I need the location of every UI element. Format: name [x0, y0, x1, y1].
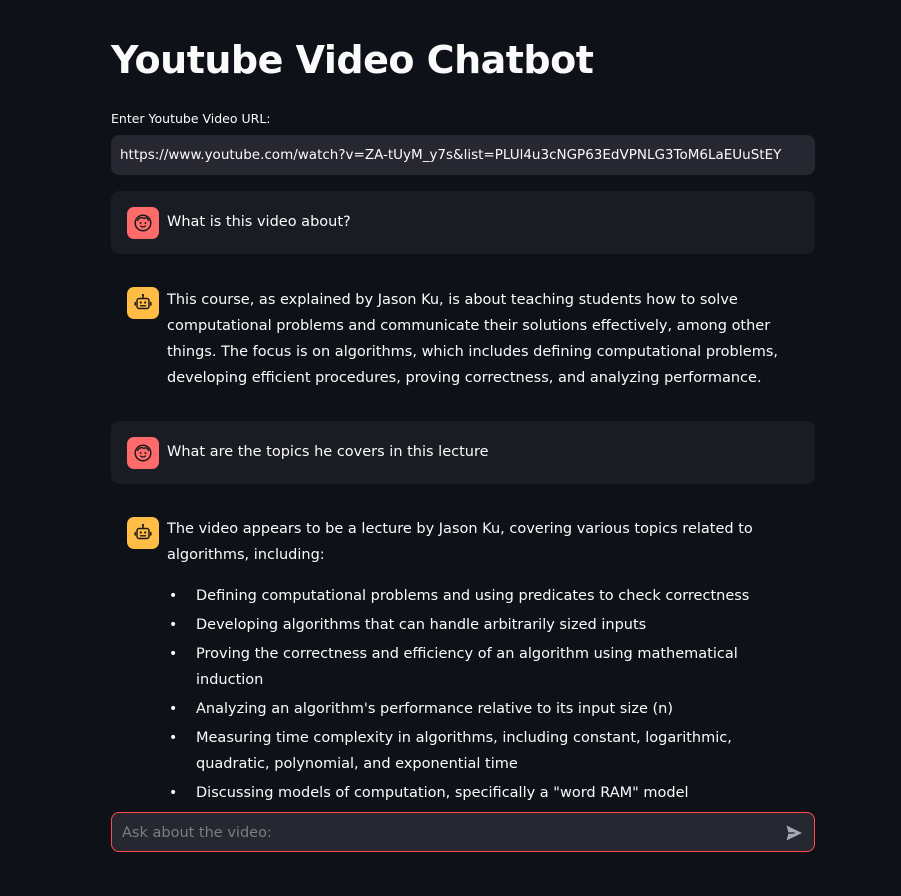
chat-message-user: What are the topics he covers in this le…: [111, 421, 815, 484]
list-item: • Analyzing an algorithm's performance re…: [167, 696, 791, 722]
assistant-avatar: [127, 287, 159, 319]
list-item: • Proving the correctness and efficiency …: [167, 641, 791, 693]
user-face-icon: [134, 214, 152, 232]
send-button[interactable]: [783, 822, 805, 844]
list-item-text: Defining computational problems and usin…: [196, 588, 750, 604]
message-text: What are the topics he covers in this le…: [167, 444, 489, 460]
message-text: What is this video about?: [167, 214, 351, 230]
list-item: • Discussing models of computation, speci…: [167, 780, 791, 806]
url-field-label: Enter Youtube Video URL:: [111, 111, 271, 126]
bullet-icon: •: [169, 646, 178, 662]
list-item-text: Developing algorithms that can handle ar…: [196, 617, 647, 633]
chat-message-user: What is this video about?: [111, 191, 815, 254]
user-avatar: [127, 207, 159, 239]
list-item: • Developing algorithms that can handle a…: [167, 612, 791, 638]
bullet-icon: •: [169, 785, 178, 801]
chat-input-box: [111, 812, 815, 853]
user-avatar: [127, 437, 159, 469]
assistant-avatar: [127, 517, 159, 549]
bullet-icon: •: [169, 588, 178, 604]
robot-icon: [134, 293, 152, 310]
chat-message-assistant: This course, as explained by Jason Ku, i…: [111, 270, 815, 404]
user-face-icon: [134, 444, 152, 462]
send-icon: [786, 825, 802, 841]
list-item-text: Analyzing an algorithm's performance rel…: [196, 701, 674, 717]
list-item: • Defining computational problems and usi…: [167, 583, 791, 609]
page-title: Youtube Video Chatbot: [111, 38, 594, 82]
bullet-icon: •: [169, 701, 178, 717]
message-text: The video appears to be a lecture by Jas…: [167, 521, 753, 563]
list-item-text: Proving the correctness and efficiency o…: [196, 646, 738, 688]
message-text: This course, as explained by Jason Ku, i…: [167, 292, 778, 386]
bullet-icon: •: [169, 730, 178, 746]
list-item: • Measuring time complexity in algorithms…: [167, 725, 791, 777]
robot-icon: [134, 523, 152, 540]
topic-list: • Defining computational problems and usi…: [167, 583, 791, 809]
bullet-icon: •: [169, 617, 178, 633]
chat-input-field[interactable]: [120, 813, 764, 853]
youtube-url-input[interactable]: [111, 135, 815, 175]
list-item-text: Discussing models of computation, specif…: [196, 785, 689, 801]
chat-message-assistant: The video appears to be a lecture by Jas…: [111, 500, 815, 801]
list-item-text: Measuring time complexity in algorithms,…: [196, 730, 732, 772]
